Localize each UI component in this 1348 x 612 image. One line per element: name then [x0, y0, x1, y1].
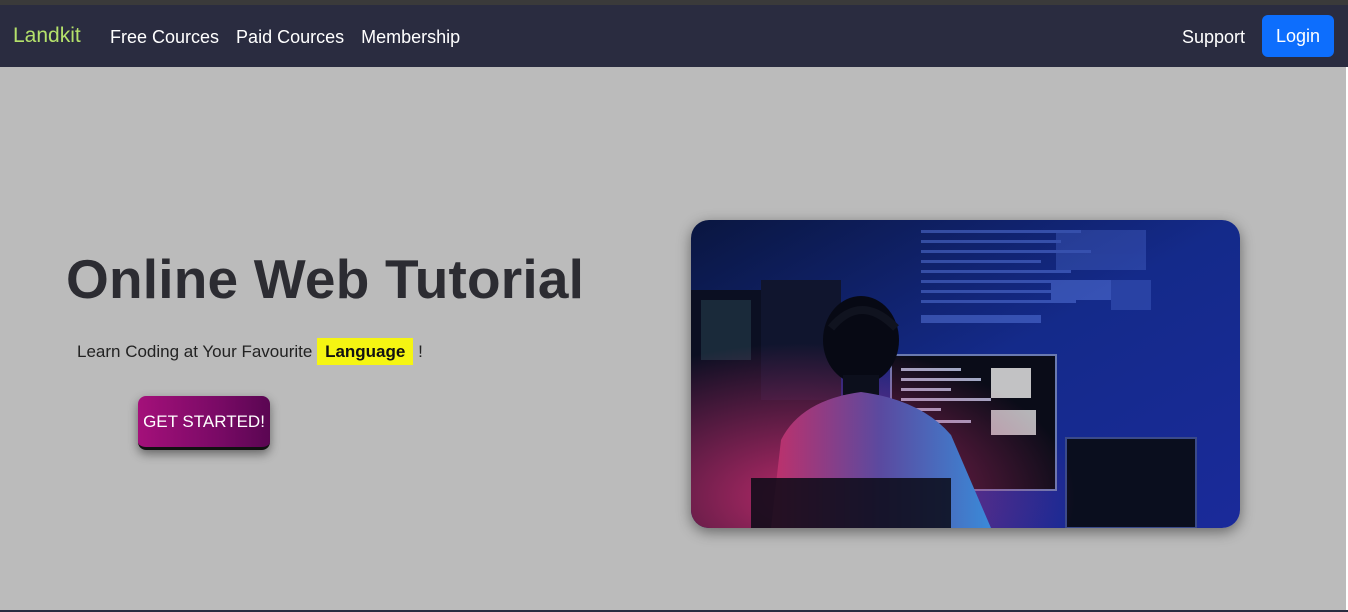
nav-link-free-cources[interactable]: Free Cources — [110, 25, 219, 49]
brand-logo[interactable]: Landkit — [13, 23, 81, 49]
hero-tagline: Learn Coding at Your Favourite Language … — [77, 337, 423, 367]
login-button[interactable]: Login — [1262, 15, 1334, 57]
nav-link-paid-cources[interactable]: Paid Cources — [236, 25, 344, 49]
get-started-button[interactable]: GET STARTED! — [138, 396, 270, 450]
nav-links: Free Cources Paid Cources Membership — [110, 25, 477, 49]
tagline-suffix: ! — [418, 342, 423, 361]
tagline-highlight: Language — [317, 338, 414, 365]
navbar: Landkit Free Cources Paid Cources Member… — [0, 5, 1348, 67]
nav-link-membership[interactable]: Membership — [361, 25, 460, 49]
nav-link-support[interactable]: Support — [1182, 25, 1245, 49]
hero-title: Online Web Tutorial — [66, 248, 585, 310]
developer-at-computer-image — [691, 220, 1240, 528]
tagline-prefix: Learn Coding at Your Favourite — [77, 342, 313, 361]
